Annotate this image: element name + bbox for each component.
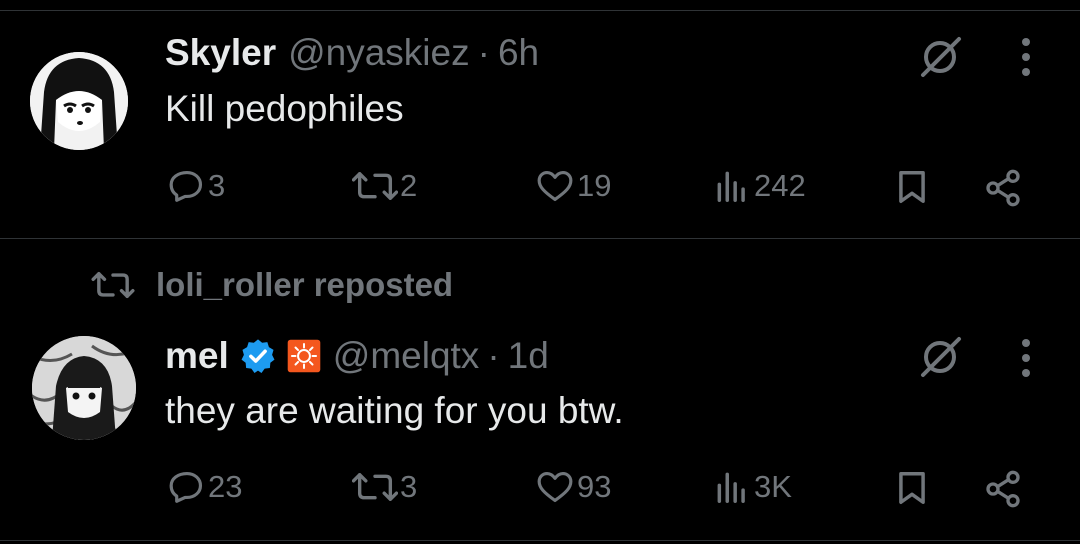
like-count: 93 bbox=[577, 469, 612, 504]
avatar[interactable] bbox=[30, 52, 128, 150]
views-count: 3K bbox=[754, 469, 792, 504]
timestamp[interactable]: 6h bbox=[498, 32, 539, 74]
like-icon bbox=[537, 471, 573, 503]
verified-icon[interactable] bbox=[239, 337, 277, 375]
timestamp[interactable]: 1d bbox=[508, 335, 549, 377]
bookmark-icon[interactable] bbox=[893, 167, 931, 207]
reply-button[interactable]: 3 bbox=[168, 167, 225, 205]
repost-context-label: loli_roller reposted bbox=[156, 266, 454, 303]
views-icon bbox=[717, 472, 745, 503]
tweet-text: Kill pedophiles bbox=[165, 88, 404, 129]
repost-icon bbox=[352, 473, 398, 501]
display-name[interactable]: Skyler bbox=[165, 32, 276, 74]
like-button[interactable]: 19 bbox=[535, 167, 611, 205]
tweet-header: Skyler @nyaskiez · 6h bbox=[165, 32, 539, 74]
bookmark-icon[interactable] bbox=[893, 468, 931, 508]
separator-dot: · bbox=[477, 32, 490, 73]
reply-icon bbox=[169, 471, 203, 503]
more-icon[interactable] bbox=[1020, 37, 1032, 77]
like-count: 19 bbox=[577, 168, 612, 203]
views-count: 242 bbox=[754, 168, 806, 203]
repost-count: 2 bbox=[400, 168, 418, 203]
reply-button[interactable]: 23 bbox=[168, 468, 242, 506]
avatar[interactable] bbox=[32, 336, 136, 440]
share-icon[interactable] bbox=[983, 469, 1023, 509]
repost-context-icon bbox=[91, 271, 135, 299]
repost-context[interactable]: loli_roller reposted bbox=[90, 266, 453, 304]
repost-icon bbox=[352, 172, 398, 200]
separator-dot: · bbox=[487, 335, 500, 376]
tweet-divider bbox=[0, 238, 1080, 239]
display-name[interactable]: mel bbox=[165, 335, 229, 377]
reply-count: 3 bbox=[208, 168, 226, 203]
views-button[interactable]: 242 bbox=[712, 167, 806, 205]
tweet-header: mel @melqtx · 1d bbox=[165, 335, 549, 377]
share-icon[interactable] bbox=[983, 168, 1023, 208]
affiliate-badge-icon[interactable] bbox=[287, 339, 321, 373]
views-button[interactable]: 3K bbox=[712, 468, 792, 506]
user-handle[interactable]: @melqtx bbox=[333, 335, 480, 377]
avatar-image bbox=[30, 52, 128, 150]
avatar-image bbox=[32, 336, 136, 440]
top-divider bbox=[0, 10, 1080, 11]
bottom-divider bbox=[0, 540, 1080, 541]
grok-icon[interactable] bbox=[917, 34, 963, 80]
repost-count: 3 bbox=[400, 469, 418, 504]
reply-count: 23 bbox=[208, 469, 243, 504]
like-button[interactable]: 93 bbox=[535, 468, 611, 506]
grok-icon[interactable] bbox=[917, 334, 963, 380]
views-icon bbox=[717, 171, 745, 202]
like-icon bbox=[537, 170, 573, 202]
more-icon[interactable] bbox=[1020, 338, 1032, 378]
user-handle[interactable]: @nyaskiez bbox=[288, 32, 470, 74]
tweet-text: they are waiting for you btw. bbox=[165, 390, 624, 431]
reply-icon bbox=[169, 170, 203, 202]
repost-button[interactable]: 2 bbox=[352, 167, 417, 205]
repost-button[interactable]: 3 bbox=[352, 468, 417, 506]
